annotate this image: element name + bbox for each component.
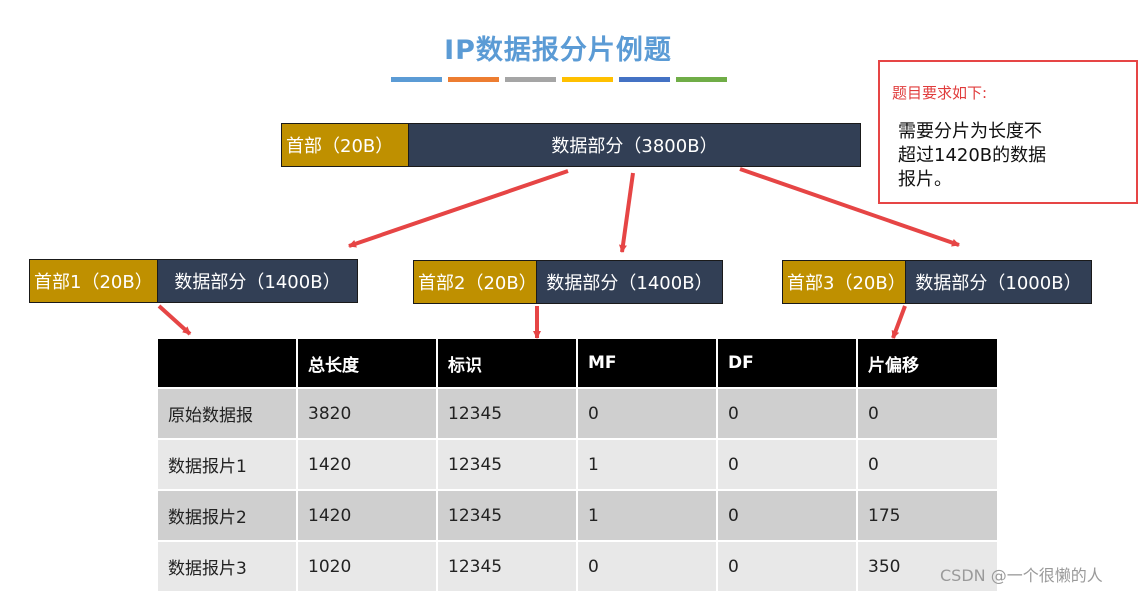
table-cell: 0 [717, 387, 858, 439]
table-cell: 数据报片2 [158, 489, 298, 541]
table-row: 数据报片2 1420 12345 1 0 175 [158, 489, 999, 541]
arrow-to-table-1 [157, 304, 192, 336]
table-cell: 0 [857, 387, 999, 439]
table-cell: 12345 [437, 438, 578, 490]
table-cell: 1 [577, 438, 718, 490]
table-cell: 原始数据报 [158, 387, 298, 439]
table-cell: 数据报片3 [158, 540, 298, 591]
table-cell: 0 [577, 540, 718, 591]
table-cell: 0 [717, 438, 858, 490]
arrow-to-fragment-2 [619, 172, 635, 253]
table-row: 原始数据报 3820 12345 0 0 0 [158, 387, 999, 439]
column-header-fragment-offset: 片偏移 [857, 339, 999, 388]
table-cell: 0 [857, 438, 999, 490]
watermark: CSDN @一个很懒的人 [940, 566, 1103, 585]
table-row: 数据报片3 1020 12345 0 0 350 [158, 540, 999, 591]
column-header-total-length: 总长度 [297, 339, 438, 388]
table-cell: 1020 [297, 540, 438, 591]
table-cell: 175 [857, 489, 999, 541]
table-cell: 3820 [297, 387, 438, 439]
table-cell: 1420 [297, 438, 438, 490]
table-cell: 0 [577, 387, 718, 439]
table-cell: 12345 [437, 489, 578, 541]
table-cell: 1420 [297, 489, 438, 541]
arrow-to-table-3 [891, 305, 907, 339]
column-header [158, 339, 298, 388]
table-row: 数据报片1 1420 12345 1 0 0 [158, 438, 999, 490]
fragment-table: 总长度 标识 MF DF 片偏移 原始数据报 3820 12345 0 0 0 … [158, 339, 999, 591]
arrow-to-fragment-1 [348, 169, 569, 248]
table-cell: 0 [717, 489, 858, 541]
column-header-df: DF [717, 339, 858, 388]
arrow-to-fragment-3 [739, 167, 960, 247]
table-cell: 数据报片1 [158, 438, 298, 490]
table-cell: 0 [717, 540, 858, 591]
table-cell: 1 [577, 489, 718, 541]
table-cell: 12345 [437, 387, 578, 439]
column-header-mf: MF [577, 339, 718, 388]
table-header-row: 总长度 标识 MF DF 片偏移 [158, 339, 999, 388]
table-cell: 12345 [437, 540, 578, 591]
column-header-identification: 标识 [437, 339, 578, 388]
